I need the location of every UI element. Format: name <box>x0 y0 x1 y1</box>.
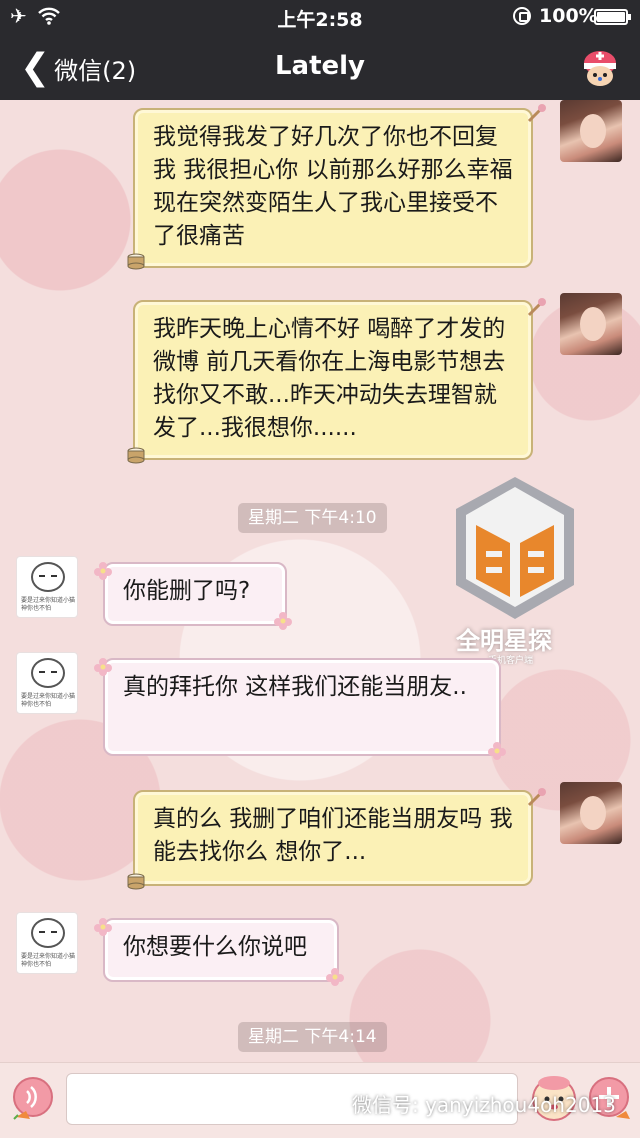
flower-icon <box>94 918 112 936</box>
contact-avatar[interactable]: 要是过来你知道小猫神你也不怕 <box>16 652 78 714</box>
flower-icon <box>326 968 344 986</box>
message-text: 你能删了吗? <box>123 578 251 604</box>
drum-icon <box>127 447 145 464</box>
flower-icon <box>94 658 112 676</box>
rotation-lock-icon <box>513 7 531 25</box>
timestamp: 星期二 下午4:10 <box>238 503 387 533</box>
message-bubble-incoming[interactable]: 你想要什么你说吧 <box>103 918 339 982</box>
flower-icon <box>274 612 292 630</box>
my-avatar[interactable] <box>560 293 622 355</box>
wechat-icon <box>318 1095 345 1117</box>
tony-chopper-icon[interactable] <box>580 48 620 88</box>
chat-area[interactable]: 我觉得我发了好几次了你也不回复我 我很担心你 以前那么好那么幸福 现在突然变陌生… <box>0 100 640 1062</box>
wechat-id-watermark: 微信号: yanyizhou4oh2013 <box>318 1090 616 1120</box>
my-avatar[interactable] <box>560 782 622 844</box>
flower-icon <box>488 742 506 760</box>
my-avatar[interactable] <box>560 100 622 162</box>
message-text: 真的拜托你 这样我们还能当朋友.. <box>123 674 467 700</box>
avatar-caption: 要是过来你知道小猫神你也不怕 <box>21 953 76 968</box>
drumstick-icon <box>527 104 546 123</box>
avatar-caption: 要是过来你知道小猫神你也不怕 <box>21 693 76 708</box>
drumstick-icon <box>527 298 546 317</box>
status-bar: ✈ 上午2:58 100% <box>0 0 640 34</box>
message-bubble-incoming[interactable]: 你能删了吗? <box>103 562 287 626</box>
drum-icon <box>127 873 145 890</box>
wechat-id-text: 微信号: yanyizhou4oh2013 <box>352 1093 616 1117</box>
contact-avatar[interactable]: 要是过来你知道小猫神你也不怕 <box>16 912 78 974</box>
watermark-title: 全明星探 <box>456 627 552 655</box>
flower-icon <box>94 562 112 580</box>
message-bubble-incoming[interactable]: 真的拜托你 这样我们还能当朋友.. <box>103 658 501 756</box>
message-text: 我昨天晚上心情不好 喝醉了才发的微博 前几天看你在上海电影节想去找你又不敢...… <box>153 316 506 441</box>
timestamp: 星期二 下午4:14 <box>238 1022 387 1052</box>
message-text: 我觉得我发了好几次了你也不回复我 我很担心你 以前那么好那么幸福 现在突然变陌生… <box>153 124 513 249</box>
avatar-caption: 要是过来你知道小猫神你也不怕 <box>21 597 76 612</box>
nav-bar: ❮ 微信(2) Lately <box>0 34 640 100</box>
battery-icon <box>594 9 631 25</box>
message-text: 你想要什么你说吧 <box>123 934 307 960</box>
message-bubble-outgoing[interactable]: 我昨天晚上心情不好 喝醉了才发的微博 前几天看你在上海电影节想去找你又不敢...… <box>133 300 533 460</box>
message-bubble-outgoing[interactable]: 真的么 我删了咱们还能当朋友吗 我能去找你么 想你了... <box>133 790 533 886</box>
drum-icon <box>127 253 145 270</box>
contact-avatar[interactable]: 要是过来你知道小猫神你也不怕 <box>16 556 78 618</box>
battery-percent: 100% <box>539 5 598 27</box>
cube-logo-icon <box>456 477 574 619</box>
message-text: 真的么 我删了咱们还能当朋友吗 我能去找你么 想你了... <box>153 806 513 865</box>
page-title: Lately <box>274 51 366 81</box>
voice-icon[interactable] <box>10 1073 56 1123</box>
message-bubble-outgoing[interactable]: 我觉得我发了好几次了你也不回复我 我很担心你 以前那么好那么幸福 现在突然变陌生… <box>133 108 533 268</box>
drumstick-icon <box>527 788 546 807</box>
